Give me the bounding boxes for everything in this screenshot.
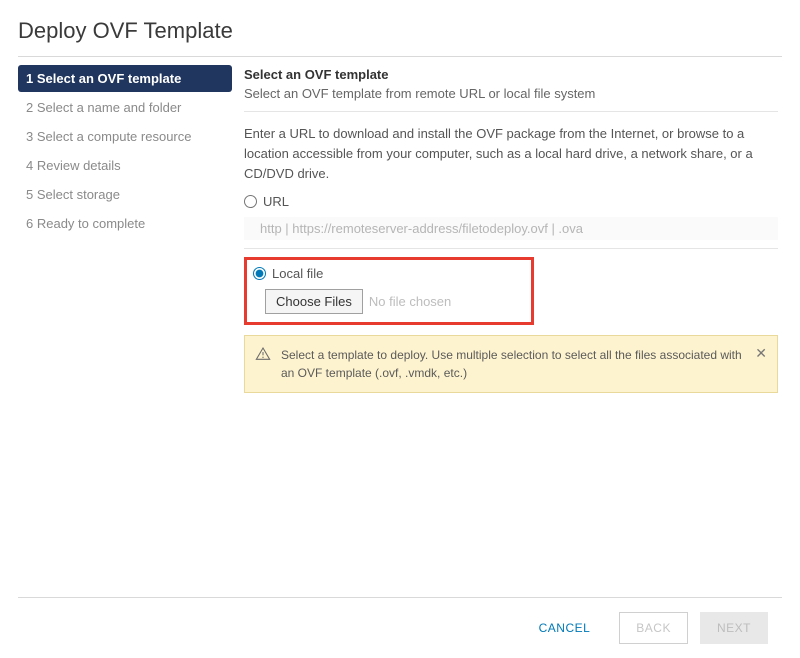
- url-radio[interactable]: [244, 195, 257, 208]
- dialog-title: Deploy OVF Template: [18, 18, 782, 57]
- local-file-radio[interactable]: [253, 267, 266, 280]
- no-file-chosen-text: No file chosen: [369, 294, 451, 309]
- local-file-radio-label: Local file: [272, 266, 323, 281]
- next-button: NEXT: [700, 612, 768, 644]
- back-button: BACK: [619, 612, 688, 644]
- step-ready-to-complete[interactable]: 6 Ready to complete: [18, 210, 232, 237]
- instructions-text: Enter a URL to download and install the …: [244, 124, 778, 184]
- alert-banner: Select a template to deploy. Use multipl…: [244, 335, 778, 393]
- local-file-highlight: Local file Choose Files No file chosen: [244, 257, 534, 325]
- step-select-compute-resource[interactable]: 3 Select a compute resource: [18, 123, 232, 150]
- wizard-content: Select an OVF template Select an OVF tem…: [232, 57, 782, 597]
- url-input[interactable]: [244, 217, 778, 240]
- step-select-name-folder[interactable]: 2 Select a name and folder: [18, 94, 232, 121]
- url-radio-label: URL: [263, 194, 289, 209]
- section-subtitle: Select an OVF template from remote URL o…: [244, 86, 778, 112]
- dialog-footer: CANCEL BACK NEXT: [18, 597, 782, 658]
- step-review-details[interactable]: 4 Review details: [18, 152, 232, 179]
- alert-close-icon[interactable]: ✕: [755, 346, 767, 360]
- step-select-storage[interactable]: 5 Select storage: [18, 181, 232, 208]
- wizard-sidebar: 1 Select an OVF template 2 Select a name…: [18, 57, 232, 597]
- step-select-ovf-template[interactable]: 1 Select an OVF template: [18, 65, 232, 92]
- warning-icon: [255, 346, 271, 362]
- alert-text: Select a template to deploy. Use multipl…: [281, 346, 745, 382]
- choose-files-button[interactable]: Choose Files: [265, 289, 363, 314]
- cancel-button[interactable]: CANCEL: [522, 612, 608, 644]
- section-title: Select an OVF template: [244, 67, 778, 82]
